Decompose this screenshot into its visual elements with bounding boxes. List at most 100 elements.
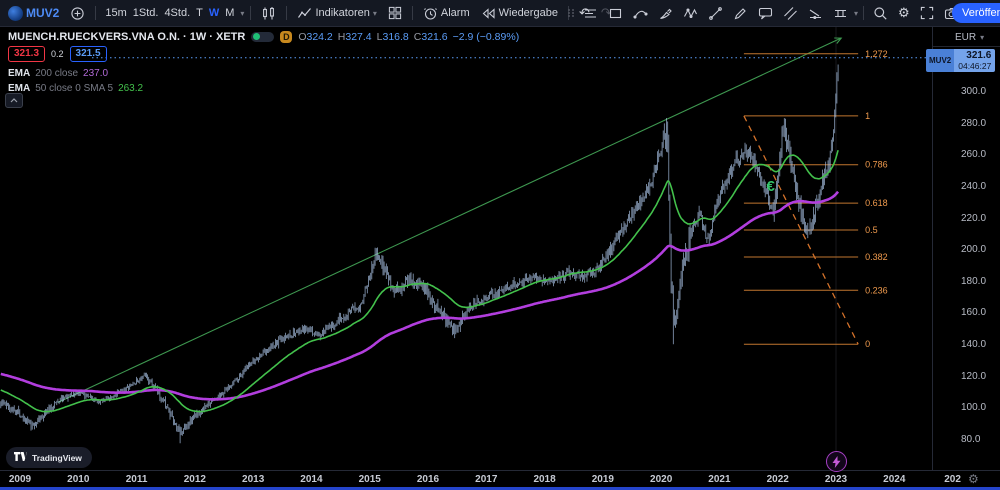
fullscreen-icon xyxy=(920,6,934,20)
ohlc-values: O324.2 H327.4 L316.8 C321.6 −2.9 (−0.89%… xyxy=(298,31,519,43)
tool-brush-button[interactable] xyxy=(654,4,677,23)
open-label: O xyxy=(298,31,306,43)
price-tick-260.0: 260.0 xyxy=(961,149,986,160)
candles-icon xyxy=(261,6,276,21)
spread-value: 0.2 xyxy=(51,49,64,59)
market-status-toggle[interactable] xyxy=(251,32,274,42)
search-button[interactable] xyxy=(869,4,892,23)
toolbar-separator xyxy=(95,6,96,20)
currency-chevron-icon: ▾ xyxy=(980,33,984,42)
tool-arcs-button[interactable] xyxy=(629,4,652,23)
tool-patterns-button[interactable] xyxy=(679,4,702,23)
axis-settings-gear-icon[interactable]: ⚙ xyxy=(968,472,979,486)
top-toolbar: MUV2 15m1Std.4Std.TWM ▾ xyxy=(0,0,1000,27)
interval-1Std.[interactable]: 1Std. xyxy=(130,5,162,21)
indicators-chevron-icon: ▾ xyxy=(373,9,377,18)
lightning-badge[interactable] xyxy=(826,451,847,472)
toolbar-separator xyxy=(250,6,251,20)
low-value: 316.8 xyxy=(383,31,409,43)
indicators-icon xyxy=(297,6,312,21)
delayed-data-badge[interactable]: D xyxy=(280,31,292,43)
toolbar-right-group: ▾ ⚙ xyxy=(568,0,963,26)
tool-annotation-button[interactable] xyxy=(729,4,752,23)
plus-circle-icon xyxy=(70,6,85,21)
tool-parallel-channel-button[interactable] xyxy=(779,4,802,23)
ema50-params: 50 close 0 SMA 5 xyxy=(35,83,113,94)
add-symbol-button[interactable] xyxy=(66,4,89,23)
interval-15m[interactable]: 15m xyxy=(102,5,129,21)
fullscreen-button[interactable] xyxy=(916,4,938,22)
tool-forecast-icon xyxy=(808,6,823,21)
tool-annotation-icon xyxy=(733,6,748,21)
interval-group: 15m1Std.4Std.TWM xyxy=(102,5,237,21)
year-label-2022: 2022 xyxy=(758,474,798,485)
ema200-value: 237.0 xyxy=(83,68,108,79)
symbol-title[interactable]: MUENCH.RUECKVERS.VNA O.N. · 1W · XETR xyxy=(8,31,245,43)
interval-menu-chevron-icon[interactable]: ▾ xyxy=(240,9,244,18)
alarm-clock-icon xyxy=(423,6,438,21)
tool-trend-lines-button[interactable] xyxy=(579,4,602,23)
time-axis[interactable]: 2009201020112012201320142015201620172018… xyxy=(0,471,1000,487)
price-tick-300.0: 300.0 xyxy=(961,86,986,97)
price-axis-border xyxy=(932,26,933,470)
price-tick-80.0: 80.0 xyxy=(961,434,980,445)
toolbar-drag-handle[interactable] xyxy=(568,9,575,17)
interval-4Std.[interactable]: 4Std. xyxy=(161,5,193,21)
tool-patterns-icon xyxy=(683,6,698,21)
alarm-label: Alarm xyxy=(441,7,470,19)
lightning-bolt-icon xyxy=(832,456,841,468)
last-price-value: 321.6 xyxy=(958,50,991,61)
tool-shapes-button[interactable] xyxy=(604,4,627,23)
interval-T[interactable]: T xyxy=(193,5,206,21)
toolbar-left-group: MUV2 15m1Std.4Std.TWM ▾ xyxy=(4,0,616,26)
open-value: 324.2 xyxy=(307,31,333,43)
high-value: 327.4 xyxy=(345,31,371,43)
interval-M[interactable]: M xyxy=(222,5,237,21)
tool-forecast-button[interactable] xyxy=(804,4,827,23)
price-tick-140.0: 140.0 xyxy=(961,339,986,350)
bar-countdown: 04:46:27 xyxy=(958,61,991,71)
tradingview-logo[interactable]: TradingView xyxy=(6,447,92,468)
legend-collapse-button[interactable] xyxy=(5,93,23,108)
rewind-icon xyxy=(481,6,496,21)
tool-measure-button[interactable] xyxy=(829,4,852,23)
interval-W[interactable]: W xyxy=(206,5,222,21)
year-label-2020: 2020 xyxy=(641,474,681,485)
toolbar-separator xyxy=(412,6,413,20)
fib-level-label-0.382: 0.382 xyxy=(865,252,888,262)
settings-button[interactable]: ⚙ xyxy=(894,3,914,23)
tool-measure-icon xyxy=(833,6,848,21)
drawing-tools-group xyxy=(579,4,852,23)
buy-button[interactable]: 321.5 xyxy=(70,46,107,62)
tool-callout-icon xyxy=(758,6,773,21)
price-tick-220.0: 220.0 xyxy=(961,213,986,224)
tool-callout-button[interactable] xyxy=(754,4,777,23)
year-label-2024: 2024 xyxy=(874,474,914,485)
replay-button[interactable]: Wiedergabe xyxy=(477,4,562,23)
ema200-name[interactable]: EMA xyxy=(8,68,30,79)
year-label-2012: 2012 xyxy=(175,474,215,485)
ema50-line[interactable] xyxy=(1,150,838,411)
symbol-ticker: MUV2 xyxy=(26,6,59,20)
close-value: 321.6 xyxy=(421,31,447,43)
toolbar-separator xyxy=(286,6,287,20)
fib-level-label-0.618: 0.618 xyxy=(865,198,888,208)
euro-marker[interactable]: € xyxy=(767,178,776,195)
sell-button[interactable]: 321.3 xyxy=(8,46,45,62)
tools-chevron-icon[interactable]: ▾ xyxy=(854,9,858,18)
tool-trend-line-button[interactable] xyxy=(704,4,727,23)
currency-selector[interactable]: EUR ▾ xyxy=(933,29,1000,47)
symbol-button[interactable]: MUV2 xyxy=(4,4,63,23)
tool-trend-line-icon xyxy=(708,6,723,21)
year-label-2021: 2021 xyxy=(699,474,739,485)
alarm-button[interactable]: Alarm xyxy=(419,4,474,23)
year-label-2016: 2016 xyxy=(408,474,448,485)
price-tick-120.0: 120.0 xyxy=(961,371,986,382)
indicators-button[interactable]: Indikatoren ▾ xyxy=(293,4,380,23)
year-label-2010: 2010 xyxy=(58,474,98,485)
publish-button[interactable]: Veröffentlichen xyxy=(952,3,1000,23)
layout-grid-button[interactable] xyxy=(384,4,406,22)
chart-style-button[interactable] xyxy=(257,4,280,23)
currency-label: EUR xyxy=(955,32,976,43)
legend-title-row: MUENCH.RUECKVERS.VNA O.N. · 1W · XETR D … xyxy=(8,29,519,44)
